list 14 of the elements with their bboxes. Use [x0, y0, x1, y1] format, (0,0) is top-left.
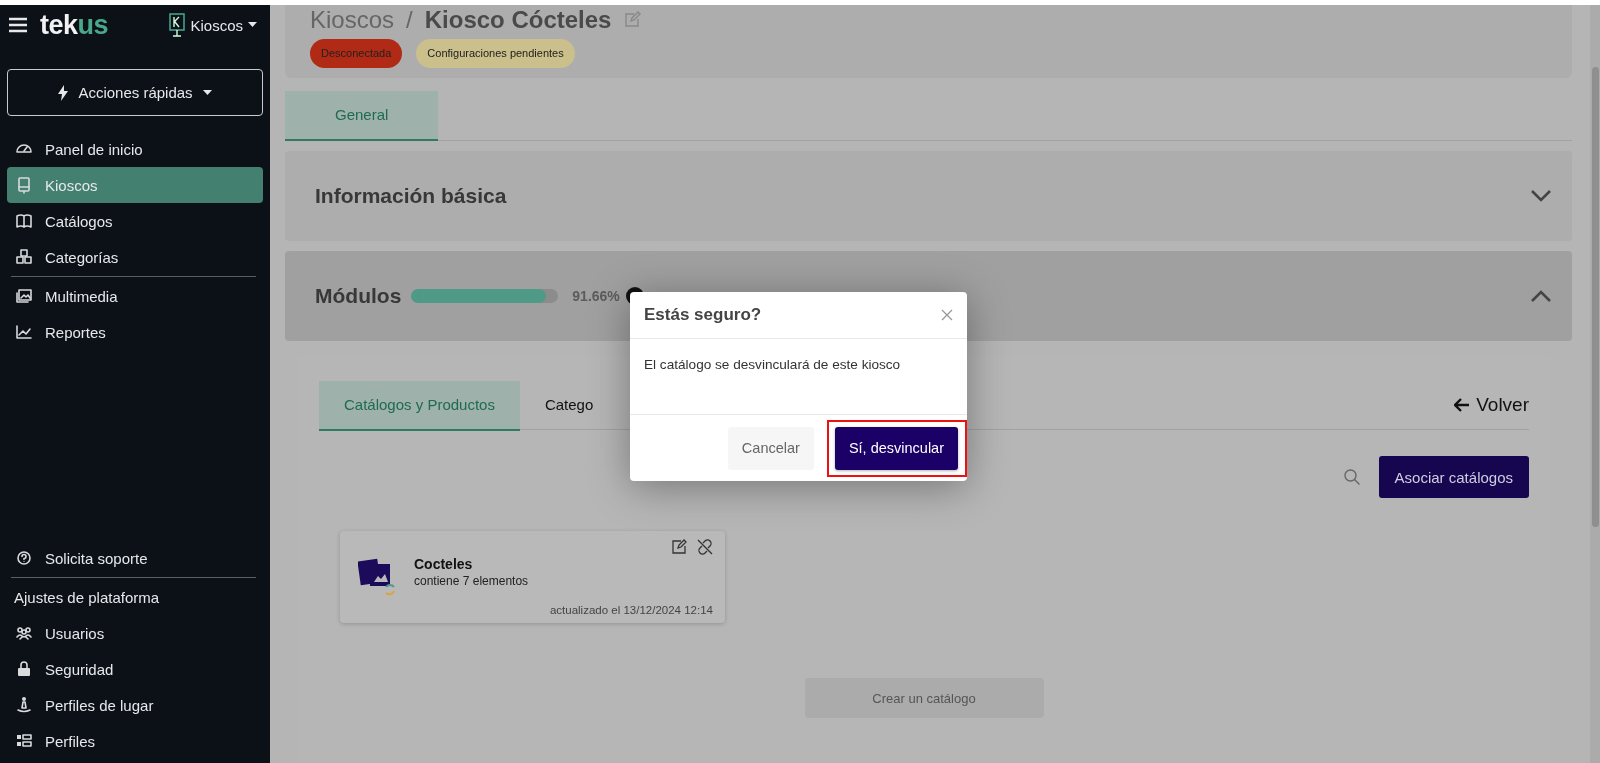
page-title: Kiosco Cócteles	[424, 7, 612, 33]
section-heading: Ajustes de plataforma	[13, 587, 161, 608]
item-count: contiene 7 elementos	[414, 574, 530, 589]
progress-reading: 91.66%	[572, 287, 620, 304]
catalog-name: Cocteles	[414, 556, 474, 573]
status-badge: Desconectada	[310, 39, 403, 68]
dialog-message: El catálogo se desvinculará de este kiosco	[643, 356, 902, 374]
updated-date: actualizado el 13/12/2024 12:14	[549, 603, 713, 617]
breadcrumb-separator: /	[406, 7, 413, 33]
section-title: Módulos	[315, 283, 402, 308]
section-title: Información básica	[315, 183, 507, 208]
logo: tekus	[40, 9, 109, 41]
status-badge: Configuraciones pendientes	[416, 39, 575, 68]
dialog-title: Estás seguro?	[644, 305, 762, 325]
